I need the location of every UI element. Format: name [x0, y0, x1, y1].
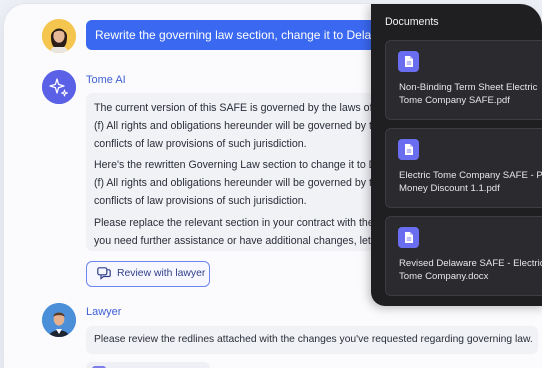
chat-bubbles-icon	[97, 267, 111, 280]
ai-line: you need further assistance or have addi…	[94, 235, 383, 247]
app-window: Rewrite the governing law section, chang…	[4, 4, 542, 368]
ai-paragraph: Here's the rewritten Governing Law secti…	[94, 156, 386, 210]
lawyer-avatar	[42, 303, 76, 337]
lawyer-message: Please review the redlines attached with…	[86, 326, 538, 354]
document-card[interactable]: Revised Delaware SAFE - Electric Tome Co…	[385, 216, 542, 296]
review-button-label: Review with lawyer	[117, 268, 206, 279]
documents-panel: Documents Non-Binding Term Sheet Electri…	[371, 4, 542, 306]
ai-message: The current version of this SAFE is gove…	[86, 93, 386, 251]
document-name-line: Electric Tome Company SAFE - Post	[399, 170, 542, 181]
lawyer-sender-name: Lawyer	[86, 306, 122, 318]
document-name-line: Non-Binding Term Sheet Electric	[399, 82, 538, 93]
document-name-line: Tome Company.docx	[399, 271, 489, 282]
review-with-lawyer-button[interactable]: Review with lawyer	[86, 261, 210, 287]
ai-line: Please replace the relevant section in y…	[94, 217, 383, 229]
tome-ai-avatar	[42, 70, 76, 104]
document-name: Electric Tome Company SAFE - Post Money …	[399, 169, 542, 195]
ai-line: (f) All rights and obligations hereunder…	[94, 177, 384, 189]
document-icon	[398, 227, 419, 248]
document-icon	[398, 51, 419, 72]
lawyer-avatar-image	[42, 303, 76, 337]
ai-line: The current version of this SAFE is gove…	[94, 102, 386, 114]
document-card[interactable]: Non-Binding Term Sheet Electric Tome Com…	[385, 40, 542, 120]
attachment-chip[interactable]	[86, 362, 210, 368]
user-avatar	[42, 19, 76, 53]
document-name: Revised Delaware SAFE - Electric Tome Co…	[399, 257, 542, 283]
ai-paragraph: Please replace the relevant section in y…	[94, 214, 386, 250]
ai-paragraph: The current version of this SAFE is gove…	[94, 99, 386, 153]
ai-line: conflicts of law provisions of such juri…	[94, 138, 307, 150]
user-message: Rewrite the governing law section, chang…	[86, 20, 407, 50]
sparkle-icon	[42, 70, 76, 104]
document-card[interactable]: Electric Tome Company SAFE - Post Money …	[385, 128, 542, 208]
documents-title: Documents	[385, 16, 439, 28]
ai-line: Here's the rewritten Governing Law secti…	[94, 159, 383, 171]
document-name-line: Revised Delaware SAFE - Electric	[399, 258, 542, 269]
ai-line: conflicts of law provisions of such juri…	[94, 195, 307, 207]
document-name-line: Money Discount 1.1.pdf	[399, 183, 500, 194]
lawyer-message-text: Please review the redlines attached with…	[94, 334, 533, 345]
ai-sender-name: Tome AI	[86, 74, 126, 86]
document-icon	[398, 139, 419, 160]
document-name: Non-Binding Term Sheet Electric Tome Com…	[399, 81, 542, 107]
ai-line: (f) All rights and obligations hereunder…	[94, 120, 384, 132]
document-name-line: Tome Company SAFE.pdf	[399, 95, 510, 106]
user-avatar-image	[42, 19, 76, 53]
